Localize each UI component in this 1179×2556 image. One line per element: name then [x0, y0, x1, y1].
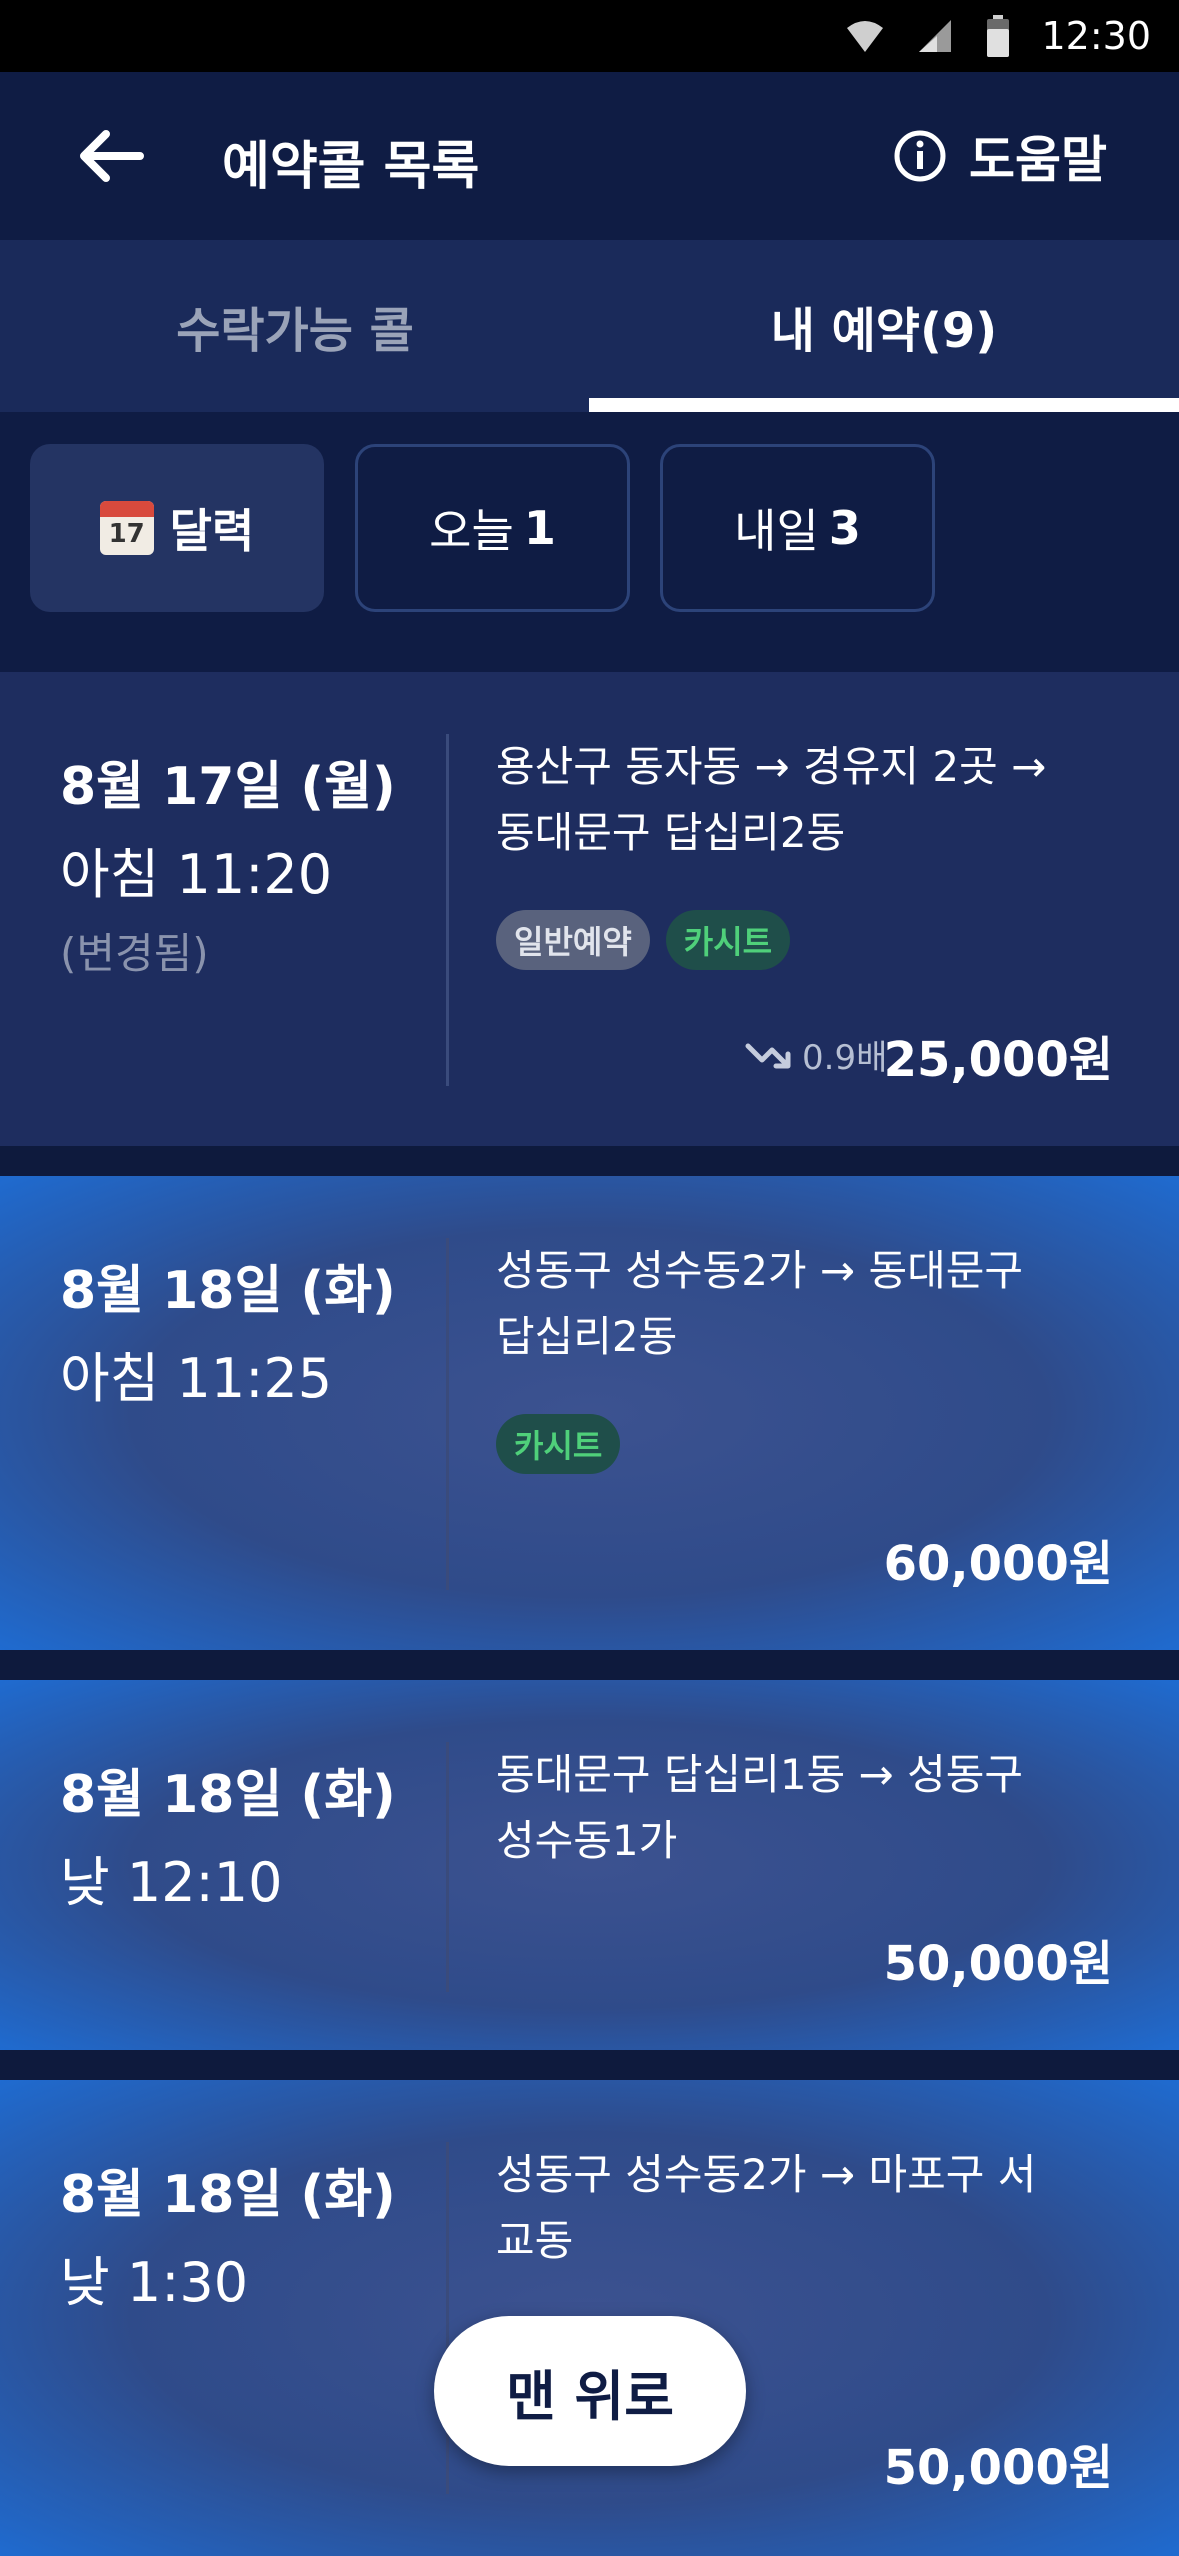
- tomorrow-filter-button[interactable]: 내일 3: [660, 444, 935, 612]
- booking-card[interactable]: 8월 18일 (화) 아침 11:25 성동구 성수동2가 → 동대문구 답십리…: [0, 1176, 1179, 1650]
- back-arrow-icon: [80, 130, 144, 182]
- filter-row: 17 달력 오늘 1 내일 3: [0, 412, 1179, 672]
- tomorrow-count: 3: [828, 501, 861, 555]
- card-separator: [0, 1650, 1179, 1680]
- booking-time: 낮 1:30: [60, 2251, 249, 2314]
- card-divider: [446, 1742, 449, 1992]
- booking-time: 아침 11:20: [60, 843, 333, 906]
- active-tab-indicator: [589, 398, 1179, 412]
- calendar-filter-button[interactable]: 17 달력: [30, 444, 324, 612]
- booking-card[interactable]: 8월 18일 (화) 낮 12:10 동대문구 답십리1동 → 성동구 성수동1…: [0, 1680, 1179, 2050]
- booking-price: 60,000원: [883, 1536, 1113, 1592]
- battery-icon: [987, 15, 1010, 57]
- card-divider: [446, 734, 449, 1086]
- tag-car-seat: 카시트: [496, 1414, 621, 1474]
- card-separator: [0, 2050, 1179, 2080]
- trend-down-icon: [745, 1043, 791, 1068]
- booking-date: 8월 18일 (화): [60, 1765, 396, 1825]
- route-line: 성동구 성수동2가 → 동대문구: [496, 1246, 1024, 1295]
- route-line: 용산구 동자동 → 경유지 2곳 →: [496, 742, 1047, 791]
- fare-multiplier: 0.9배: [744, 1030, 887, 1079]
- app-header: 예약콜 목록 도움말: [0, 72, 1179, 240]
- today-filter-button[interactable]: 오늘 1: [355, 444, 630, 612]
- calendar-filter-label: 달력: [169, 504, 255, 558]
- route-line: 교동: [496, 2216, 574, 2265]
- route-line: 동대문구 답십리1동 → 성동구: [496, 1750, 1024, 1799]
- booking-route: 성동구 성수동2가 → 동대문구 답십리2동: [496, 1238, 1136, 1370]
- route-line: 성수동1가: [496, 1816, 678, 1865]
- booking-route: 동대문구 답십리1동 → 성동구 성수동1가: [496, 1742, 1136, 1874]
- booking-date: 8월 18일 (화): [60, 2165, 396, 2225]
- card-divider: [446, 2142, 449, 2494]
- booking-date: 8월 17일 (월): [60, 757, 396, 817]
- tomorrow-filter-label: 내일: [734, 504, 819, 558]
- help-button[interactable]: 도움말: [893, 118, 1107, 194]
- route-line: 답십리2동: [496, 1312, 678, 1361]
- booking-price: 50,000원: [883, 2440, 1113, 2496]
- signal-icon: [919, 20, 952, 52]
- tag-car-seat: 카시트: [665, 910, 791, 970]
- calendar-icon: 17: [99, 501, 154, 555]
- tab-available-calls[interactable]: 수락가능 콜: [0, 240, 590, 412]
- card-divider: [446, 1238, 449, 1590]
- booking-route: 용산구 동자동 → 경유지 2곳 → 동대문구 답십리2동: [496, 734, 1136, 866]
- booking-tags: 일반예약 카시트: [496, 910, 791, 970]
- status-time: 12:30: [1041, 14, 1151, 58]
- route-line: 성동구 성수동2가 → 마포구 서: [496, 2150, 1037, 2199]
- multiplier-value: 0.9배: [802, 1038, 888, 1078]
- status-bar: 12:30: [0, 0, 1179, 72]
- booking-time: 낮 12:10: [60, 1851, 283, 1914]
- route-line: 동대문구 답십리2동: [496, 808, 846, 857]
- booking-card[interactable]: 8월 17일 (월) 아침 11:20 (변경됨) 용산구 동자동 → 경유지 …: [0, 672, 1179, 1146]
- wifi-icon: [847, 21, 884, 52]
- page-title: 예약콜 목록: [222, 137, 480, 197]
- booking-date: 8월 18일 (화): [60, 1261, 396, 1321]
- booking-changed-note: (변경됨): [60, 929, 209, 978]
- tab-my-bookings[interactable]: 내 예약(9): [589, 240, 1179, 412]
- tab-bar: 수락가능 콜 내 예약(9): [0, 240, 1179, 412]
- booking-price: 50,000원: [883, 1936, 1113, 1992]
- booking-price: 25,000원: [883, 1032, 1113, 1088]
- scroll-to-top-button[interactable]: 맨 위로: [434, 2316, 746, 2466]
- booking-time: 아침 11:25: [60, 1347, 333, 1410]
- tag-regular-booking: 일반예약: [496, 910, 650, 970]
- booking-route: 성동구 성수동2가 → 마포구 서 교동: [496, 2142, 1136, 2274]
- help-label: 도움말: [969, 131, 1107, 189]
- today-count: 1: [523, 501, 556, 555]
- back-button[interactable]: [72, 116, 152, 196]
- booking-tags: 카시트: [496, 1414, 621, 1474]
- card-separator: [0, 1146, 1179, 1176]
- info-icon: [894, 130, 946, 182]
- today-filter-label: 오늘: [429, 504, 514, 558]
